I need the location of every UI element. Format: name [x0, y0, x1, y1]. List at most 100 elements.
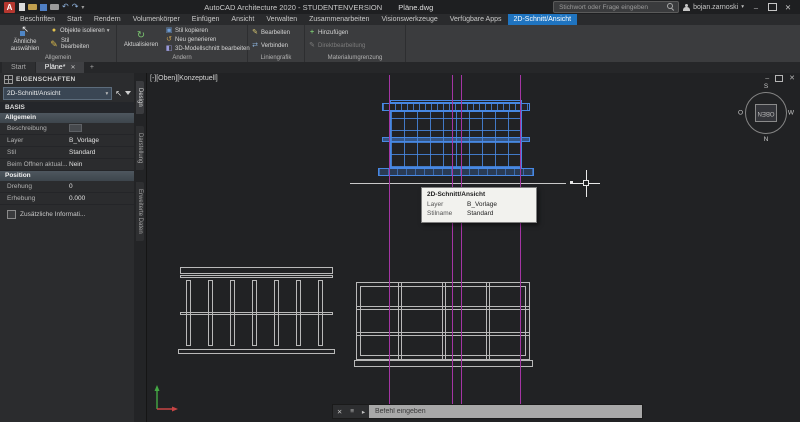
edit-style-button[interactable]: ✎ Stil bearbeiten [50, 35, 113, 53]
linework-merge-icon: ⇄ [251, 42, 259, 50]
section-position[interactable]: Position [0, 171, 134, 181]
ribbon-tab-zusammenarbeiten[interactable]: Zusammenarbeiten [303, 14, 375, 25]
additional-info-button[interactable]: Zusätzliche Informati... [7, 210, 127, 219]
copy-style-icon: ▣ [165, 27, 173, 35]
app-menu-button[interactable]: A [4, 2, 15, 13]
ribbon-tab-einfuegen[interactable]: Einfügen [186, 14, 226, 25]
panel-label-materialumgrenzung[interactable]: Materialumgrenzung [305, 54, 405, 62]
construction-line-1[interactable] [389, 75, 390, 405]
file-tab-close-icon[interactable]: ✕ [70, 64, 75, 71]
palette-tab-erweiterte-daten[interactable]: Erweiterte Daten [136, 182, 144, 241]
panel-aendern: ↻ Aktualisieren ▣ Stil kopieren ↺ Neu ge… [117, 25, 248, 62]
basis-header: BASIS [0, 102, 134, 113]
account-area[interactable]: bojan.zarnoski ▾ [683, 4, 744, 11]
command-close-icon[interactable]: ✕ [337, 408, 342, 416]
redo-icon[interactable]: ↷ [72, 3, 79, 11]
refresh-on-open-value[interactable]: Nein [69, 161, 134, 168]
isolate-dropdown-icon[interactable]: ▾ [107, 28, 110, 34]
ribbon-tab-start[interactable]: Start [61, 14, 88, 25]
file-tab-start[interactable]: Start [2, 62, 35, 73]
window-title: AutoCAD Architecture 2020 - STUDENTENVER… [88, 3, 549, 12]
command-line: ✕ ≡ ▸ [332, 404, 643, 419]
section-allgemein[interactable]: Allgemein [0, 113, 134, 123]
style-value[interactable]: Standard [69, 149, 134, 156]
ribbon-tab-verwalten[interactable]: Verwalten [260, 14, 303, 25]
panel-label-allgemein[interactable]: Allgemein [0, 54, 116, 62]
ribbon-tab-2d-schnitt-ansicht[interactable]: 2D-Schnitt/Ansicht [508, 14, 578, 25]
plot-icon[interactable] [50, 4, 59, 10]
viewcube-south[interactable]: S [764, 83, 768, 90]
construction-line-3[interactable] [461, 75, 462, 405]
panel-label-liniengrafik[interactable]: Liniengrafik [248, 54, 304, 62]
viewport-controls[interactable]: [-][Oben][Konzeptuell] [150, 75, 218, 82]
close-button[interactable]: ✕ [780, 1, 796, 13]
new-file-icon[interactable] [19, 3, 25, 11]
ribbon-tab-beschriften[interactable]: Beschriften [14, 14, 61, 25]
viewcube-west[interactable]: W [788, 110, 794, 117]
viewcube[interactable]: S W N O OBEN [738, 85, 794, 141]
select-objects-icon[interactable]: ↖ [115, 89, 122, 98]
refresh-button[interactable]: ↻ Aktualisieren [120, 26, 162, 53]
object-type-dropdown[interactable]: 2D-Schnitt/Ansicht ▾ [3, 87, 112, 100]
layer-value[interactable]: B_Vorlage [69, 137, 134, 144]
file-tab-plaene[interactable]: Pläne* ✕ [36, 62, 85, 73]
doc-close-icon[interactable]: ✕ [789, 74, 795, 82]
window-controls: – ✕ [748, 1, 796, 13]
command-customize-icon[interactable]: ≡ [350, 408, 354, 415]
rotation-value[interactable]: 0 [69, 183, 134, 190]
construction-line-4[interactable] [520, 75, 521, 405]
crosshair-cursor [573, 170, 600, 197]
title-bar: A ↶ ↷ ▾ AutoCAD Architecture 2020 - STUD… [0, 0, 800, 14]
isolate-objects-button[interactable]: ● Objekte isolieren ▾ [50, 26, 113, 35]
edit-3d-model-section-icon: ◧ [165, 45, 173, 53]
maximize-button[interactable] [764, 1, 780, 13]
palette-tab-design[interactable]: Design [136, 81, 144, 114]
edit-3d-model-section-button[interactable]: ◧ 3D-Modellschnitt bearbeiten [165, 44, 244, 53]
description-button[interactable] [69, 124, 82, 132]
user-menu-caret-icon[interactable]: ▾ [741, 4, 744, 10]
construction-line-2[interactable] [452, 75, 453, 405]
doc-minimize-icon[interactable]: – [765, 75, 769, 82]
linework-merge-button[interactable]: ⇄ Verbinden [251, 42, 301, 51]
drawing-canvas[interactable]: [-][Oben][Konzeptuell] – ✕ S W N O OBEN [146, 73, 800, 422]
doc-restore-icon[interactable] [775, 75, 783, 82]
qat-dropdown-icon[interactable]: ▾ [81, 4, 84, 11]
ribbon-tab-rendern[interactable]: Rendern [88, 14, 127, 25]
ribbon-tab-ansicht[interactable]: Ansicht [225, 14, 260, 25]
palette-tab-darstellung[interactable]: Darstellung [136, 126, 144, 170]
app-title: AutoCAD Architecture 2020 - STUDENTENVER… [204, 3, 382, 12]
save-icon[interactable] [40, 4, 47, 11]
ribbon-tab-visionswerkzeuge[interactable]: Visionswerkzeuge [375, 14, 443, 25]
ribbon-tabs: Beschriften Start Rendern Volumenkörper … [0, 14, 800, 25]
document-name: Pläne.dwg [398, 3, 433, 12]
quick-select-icon[interactable] [125, 91, 131, 95]
ribbon-tab-volumenkoerper[interactable]: Volumenkörper [127, 14, 186, 25]
viewcube-north[interactable]: N [764, 136, 769, 143]
ribbon: ↖ Ähnliche auswählen ● Objekte isolieren… [0, 25, 800, 62]
elevation-value[interactable]: 0.000 [69, 195, 134, 202]
search-input[interactable] [557, 3, 665, 12]
open-file-icon[interactable] [28, 4, 37, 10]
select-similar-icon: ↖ [19, 27, 32, 39]
new-drawing-tab-button[interactable]: + [85, 62, 98, 73]
material-boundary-edit-in-place-button: ✎ Direktbearbeitung [308, 42, 402, 51]
document-window-controls: – ✕ [765, 74, 795, 82]
ribbon-tab-verfuegbare-apps[interactable]: Verfügbare Apps [444, 14, 508, 25]
selected-2d-elevation[interactable] [378, 100, 534, 185]
command-history-chevron-icon[interactable]: ▸ [362, 408, 365, 416]
linework-edit-button[interactable]: ✎ Bearbeiten [251, 28, 301, 37]
wireframe-elevation-left[interactable] [180, 267, 334, 361]
rollover-tooltip: 2D-Schnitt/Ansicht Layer B_Vorlage Stiln… [421, 187, 537, 223]
minimize-button[interactable]: – [748, 1, 764, 13]
wireframe-elevation-right[interactable] [356, 282, 532, 370]
material-boundary-add-button[interactable]: + Hinzufügen [308, 28, 402, 37]
regenerate-button[interactable]: ↺ Neu generieren [165, 35, 244, 44]
undo-icon[interactable]: ↶ [62, 3, 69, 11]
command-input[interactable] [373, 407, 638, 416]
search-icon[interactable] [667, 3, 675, 11]
viewcube-top-face[interactable]: OBEN [755, 104, 777, 122]
viewcube-east[interactable]: O [738, 110, 743, 117]
select-similar-button[interactable]: ↖ Ähnliche auswählen [3, 26, 47, 53]
panel-label-aendern[interactable]: Ändern [117, 54, 247, 62]
copy-style-button[interactable]: ▣ Stil kopieren [165, 26, 244, 35]
